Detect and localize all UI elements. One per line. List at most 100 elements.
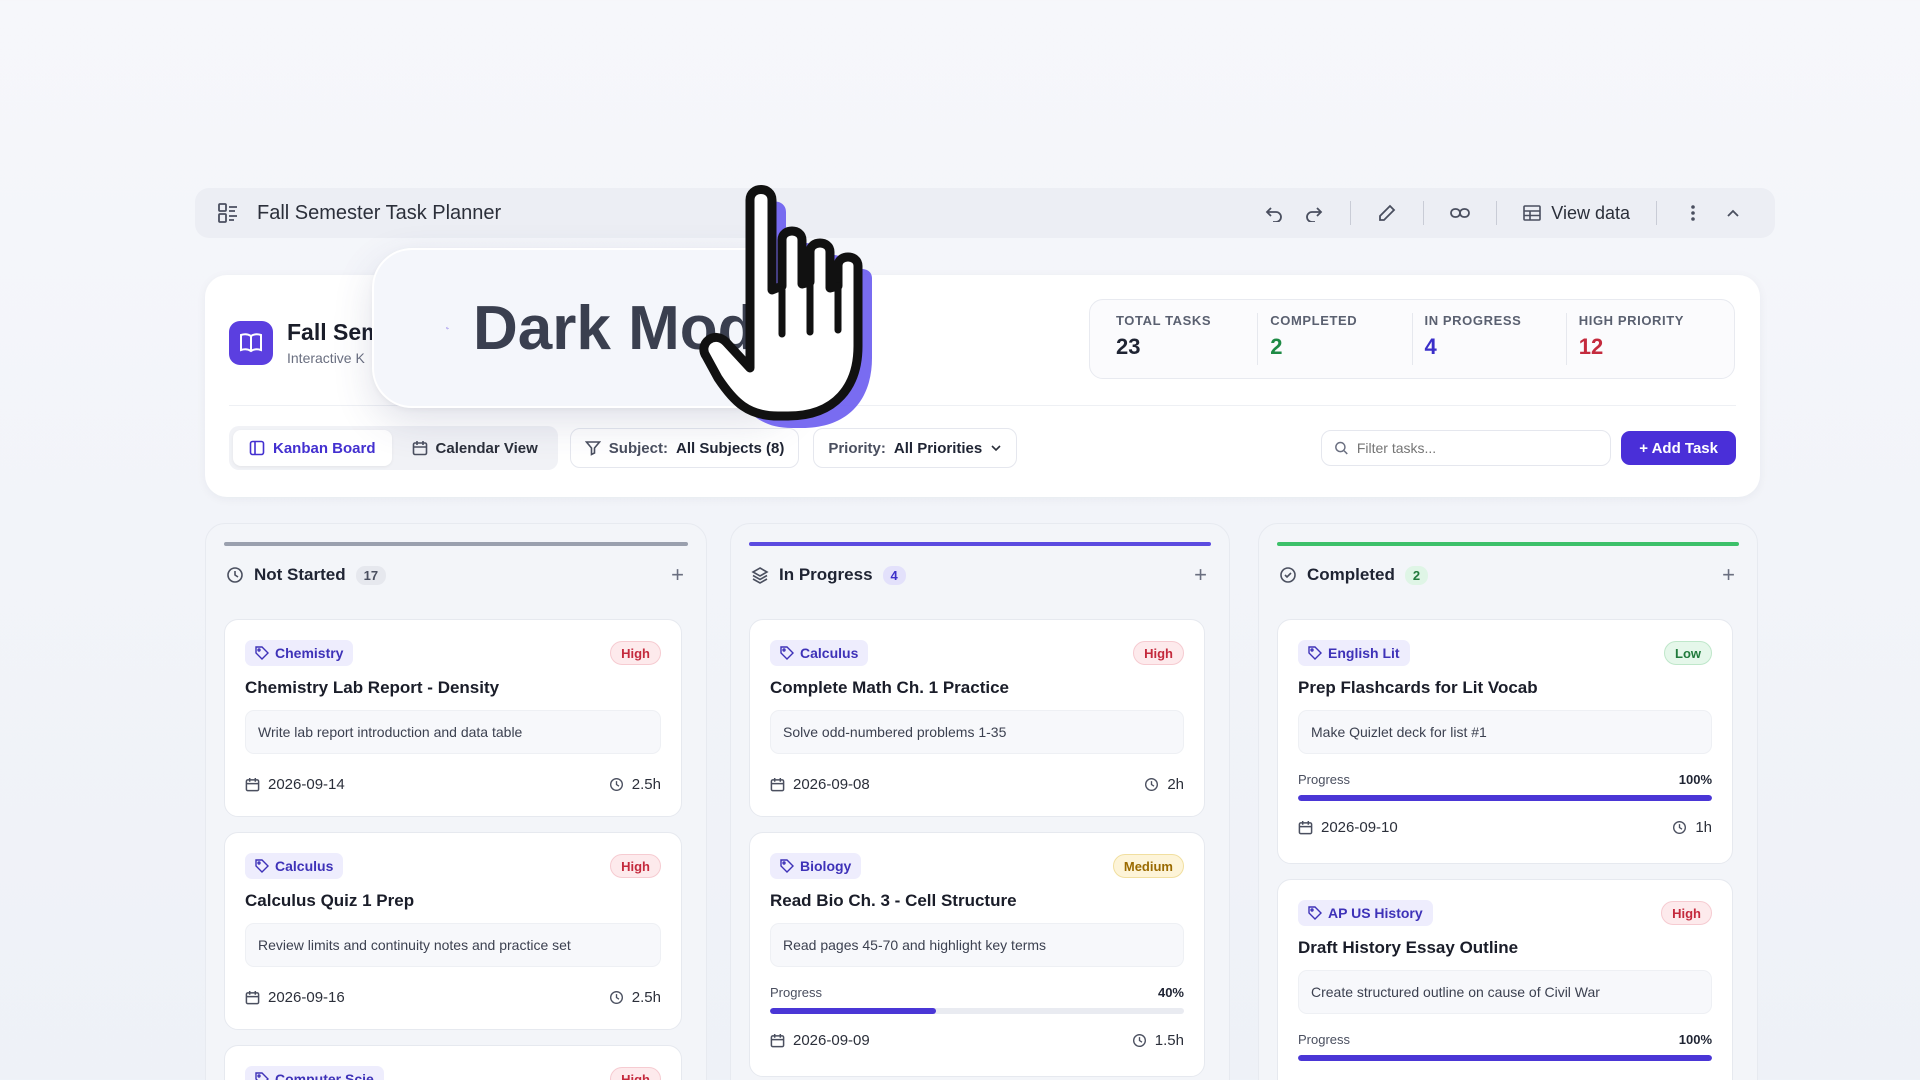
stat-label: TOTAL TASKS (1116, 313, 1212, 328)
task-card[interactable]: AP US History High Draft History Essay O… (1277, 879, 1733, 1080)
subject-tag-label: Calculus (800, 645, 859, 661)
progress-bar (1298, 1055, 1712, 1061)
estimate-value: 2h (1167, 776, 1184, 793)
progress-bar (770, 1008, 1184, 1014)
due-date: 2026-09-09 (770, 1032, 870, 1049)
add-card-button[interactable]: + (1194, 562, 1207, 588)
estimate-value: 2.5h (631, 989, 661, 1006)
stat-in-progress: IN PROGRESS 4 (1413, 313, 1567, 365)
column-not-started: Not Started 17 + Chemistry High Chemistr… (205, 523, 707, 1080)
kanban-view-button[interactable]: Kanban Board (233, 430, 392, 466)
chevron-up-icon (1727, 209, 1739, 217)
calendar-icon (1298, 820, 1313, 835)
subject-tag-label: English Lit (1328, 645, 1400, 661)
estimate-value: 2.5h (631, 776, 661, 793)
view-data-button[interactable]: View data (1513, 203, 1640, 224)
estimate: 1h (1672, 819, 1712, 836)
column-header: Not Started 17 + (226, 560, 684, 590)
stat-label: IN PROGRESS (1424, 313, 1522, 328)
subject-tag: Computer Scie (245, 1066, 384, 1080)
column-title: Not Started (254, 565, 346, 584)
add-card-button[interactable]: + (1722, 562, 1735, 588)
link-icon (1450, 208, 1471, 218)
priority-badge: Low (1664, 641, 1712, 665)
subject-tag-label: Computer Scie (275, 1071, 374, 1080)
progress-percent: 100% (1678, 1032, 1712, 1047)
column-header: In Progress 4 + (751, 560, 1207, 590)
task-card[interactable]: Computer Scie High (224, 1045, 682, 1080)
tag-icon (1308, 906, 1322, 920)
kanban-view-label: Kanban Board (273, 439, 376, 457)
search-input[interactable] (1356, 440, 1599, 456)
subject-tag-label: Biology (800, 858, 852, 874)
card-description: Solve odd-numbered problems 1-35 (770, 710, 1184, 754)
stat-value: 23 (1116, 334, 1141, 359)
clock-icon (1673, 821, 1687, 834)
link-button[interactable] (1440, 195, 1480, 231)
calendar-view-label: Calendar View (435, 439, 538, 457)
progress-bar (1298, 795, 1712, 801)
edit-button[interactable] (1367, 195, 1407, 231)
tag-icon (780, 859, 794, 873)
tag-icon (255, 646, 269, 660)
task-card[interactable]: Biology Medium Read Bio Ch. 3 - Cell Str… (749, 832, 1205, 1077)
progress-label: Progress (1298, 772, 1351, 787)
tag-icon (780, 646, 794, 660)
moon-icon (446, 326, 449, 330)
due-date-value: 2026-09-16 (268, 989, 345, 1006)
add-card-button[interactable]: + (671, 562, 684, 588)
column-header: Completed 2 + (1279, 560, 1735, 590)
estimate: 2h (1144, 776, 1184, 793)
column-accent (749, 542, 1211, 546)
due-date-value: 2026-09-08 (793, 776, 870, 793)
layers-icon (751, 567, 769, 584)
redo-button[interactable] (1294, 195, 1334, 231)
card-description: Write lab report introduction and data t… (245, 710, 661, 754)
stat-high-priority: HIGH PRIORITY 12 (1567, 313, 1720, 365)
dashboard-icon (217, 202, 239, 224)
task-card[interactable]: English Lit Low Prep Flashcards for Lit … (1277, 619, 1733, 864)
column-accent (224, 542, 688, 546)
subject-tag: Calculus (770, 640, 869, 666)
subject-tag-label: Chemistry (275, 645, 344, 661)
separator (1423, 201, 1425, 225)
priority-badge: High (1133, 641, 1184, 665)
estimate: 2.5h (609, 776, 661, 793)
priority-badge: High (1661, 901, 1712, 925)
task-card[interactable]: Chemistry High Chemistry Lab Report - De… (224, 619, 682, 817)
more-options-button[interactable] (1673, 195, 1713, 231)
column-title: In Progress (779, 565, 873, 584)
stat-value: 12 (1578, 334, 1604, 359)
card-title: Draft History Essay Outline (1298, 938, 1519, 957)
subject-tag-label: AP US History (1328, 905, 1423, 921)
add-task-button[interactable]: + Add Task (1621, 431, 1736, 465)
columns-icon (249, 440, 265, 456)
task-card[interactable]: Calculus High Calculus Quiz 1 Prep Revie… (224, 832, 682, 1030)
book-icon (229, 320, 273, 365)
undo-button[interactable] (1254, 195, 1294, 231)
priority-badge: High (610, 641, 661, 665)
calendar-icon (245, 777, 260, 792)
due-date: 2026-09-16 (245, 989, 345, 1006)
subject-tag: Biology (770, 853, 862, 879)
subject-tag: AP US History (1298, 900, 1433, 926)
task-card[interactable]: Calculus High Complete Math Ch. 1 Practi… (749, 619, 1205, 817)
brand: Fall Sem Interactive K (229, 319, 382, 366)
card-description: Read pages 45-70 and highlight key terms (770, 923, 1184, 967)
clock-icon (609, 778, 623, 791)
column-completed: Completed 2 + English Lit Low Prep Flash… (1258, 523, 1758, 1080)
progress-row: Progress 100% (1298, 1032, 1712, 1047)
subject-tag: Calculus (245, 853, 344, 879)
calendar-icon (245, 990, 260, 1005)
card-title: Complete Math Ch. 1 Practice (770, 678, 1010, 697)
subject-tag: Chemistry (245, 640, 354, 666)
card-title: Read Bio Ch. 3 - Cell Structure (770, 891, 1017, 910)
search-box[interactable] (1321, 430, 1612, 466)
page-subtitle: Interactive K (287, 350, 365, 366)
stat-value: 4 (1424, 334, 1437, 359)
due-date-value: 2026-09-14 (268, 776, 345, 793)
calendar-view-button[interactable]: Calendar View (396, 430, 554, 466)
priority-badge: High (610, 854, 661, 878)
subject-tag-label: Calculus (275, 858, 334, 874)
collapse-button[interactable] (1713, 195, 1753, 231)
